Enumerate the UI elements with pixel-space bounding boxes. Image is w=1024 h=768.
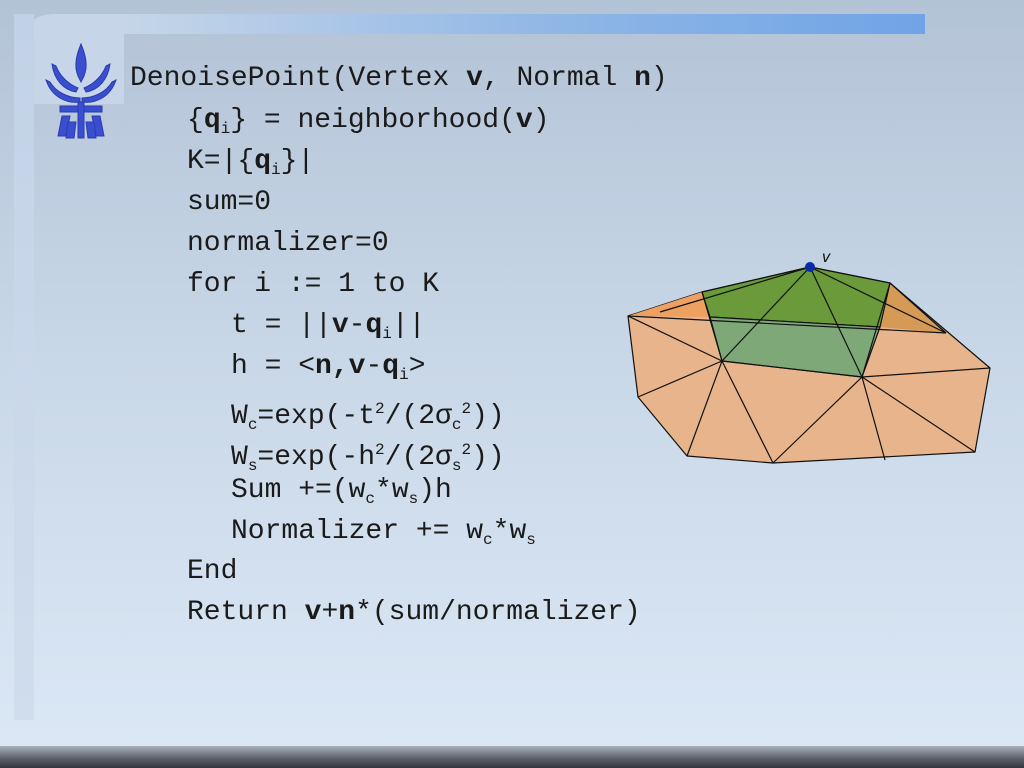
- mesh-rim-left: [628, 292, 710, 317]
- mesh-neighborhood-figure: v: [627, 249, 991, 464]
- code-line-t: t = ||v-qi||: [231, 310, 426, 343]
- code-line-neighborhood: {qi} = neighborhood(v): [187, 105, 550, 138]
- vertex-label: v: [822, 249, 831, 266]
- code-line-h: h = <n,v-qi>: [231, 351, 426, 384]
- code-line-for: for i := 1 to K: [187, 269, 440, 300]
- mesh-rim-right: [880, 283, 946, 333]
- code-line-k: K=|{qi}|: [187, 146, 315, 179]
- code-line-sum-update: Sum +=(wc*ws)h: [231, 475, 452, 508]
- left-decor-bar: [14, 14, 34, 720]
- university-logo-icon: [45, 42, 117, 139]
- code-line-return: Return v+n*(sum/normalizer): [187, 597, 641, 628]
- code-line-normalizer-init: normalizer=0: [187, 228, 389, 259]
- code-line-sum-init: sum=0: [187, 187, 272, 218]
- vertex-point: [805, 262, 815, 272]
- top-decor-bar: [120, 14, 925, 34]
- code-line-normalizer-update: Normalizer += wc*ws: [231, 516, 536, 549]
- code-signature: DenoisePoint(Vertex v, Normal n): [130, 63, 668, 94]
- code-line-end: End: [187, 556, 238, 587]
- bottom-decor-bar: [0, 746, 1024, 768]
